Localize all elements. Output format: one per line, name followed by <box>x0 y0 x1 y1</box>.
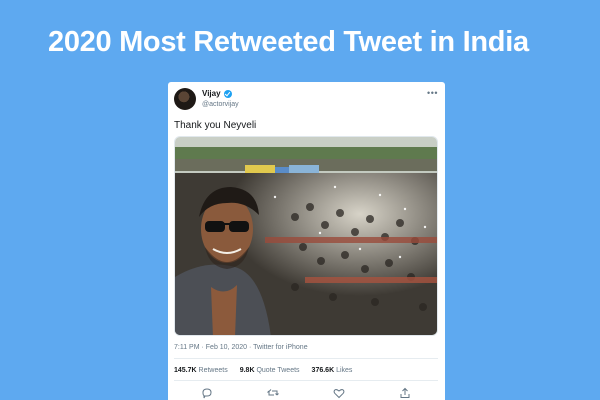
likes-stat[interactable]: 376.6K Likes <box>312 367 353 374</box>
user-handle[interactable]: @actorvijay <box>202 99 239 110</box>
tweet-actions <box>174 387 438 399</box>
tweet-stats: 145.7K Retweets 9.8K Quote Tweets 376.6K… <box>174 367 352 374</box>
retweets-label: Retweets <box>198 367 228 374</box>
divider <box>174 358 438 359</box>
quote-tweets-label: Quote Tweets <box>256 367 300 374</box>
like-icon[interactable] <box>333 387 345 399</box>
quote-tweets-count: 9.8K <box>239 367 255 374</box>
avatar[interactable] <box>174 88 196 110</box>
retweets-count: 145.7K <box>174 367 197 374</box>
display-name[interactable]: Vijay <box>202 88 239 99</box>
author-names: Vijay @actorvijay <box>202 88 239 110</box>
share-icon[interactable] <box>399 387 411 399</box>
page-headline: 2020 Most Retweeted Tweet in India <box>48 26 529 58</box>
likes-label: Likes <box>336 367 353 374</box>
retweets-stat[interactable]: 145.7K Retweets <box>174 367 228 374</box>
retweet-icon[interactable] <box>267 387 279 399</box>
tweet-card[interactable]: Vijay @actorvijay ••• Thank you Neyveli <box>168 82 445 400</box>
likes-count: 376.6K <box>311 367 335 374</box>
tweet-header: Vijay @actorvijay <box>174 88 239 110</box>
divider <box>174 380 438 381</box>
selfie-crowd-image <box>175 137 437 335</box>
quote-tweets-stat[interactable]: 9.8K Quote Tweets <box>240 367 300 374</box>
tweet-photo[interactable] <box>174 136 438 336</box>
display-name-text: Vijay <box>202 89 221 98</box>
verified-icon <box>223 89 232 98</box>
tweet-timestamp[interactable]: 7:11 PM · Feb 10, 2020 · Twitter for iPh… <box>174 344 308 351</box>
tweet-text: Thank you Neyveli <box>174 120 257 131</box>
more-icon[interactable]: ••• <box>427 88 438 98</box>
reply-icon[interactable] <box>201 387 213 399</box>
